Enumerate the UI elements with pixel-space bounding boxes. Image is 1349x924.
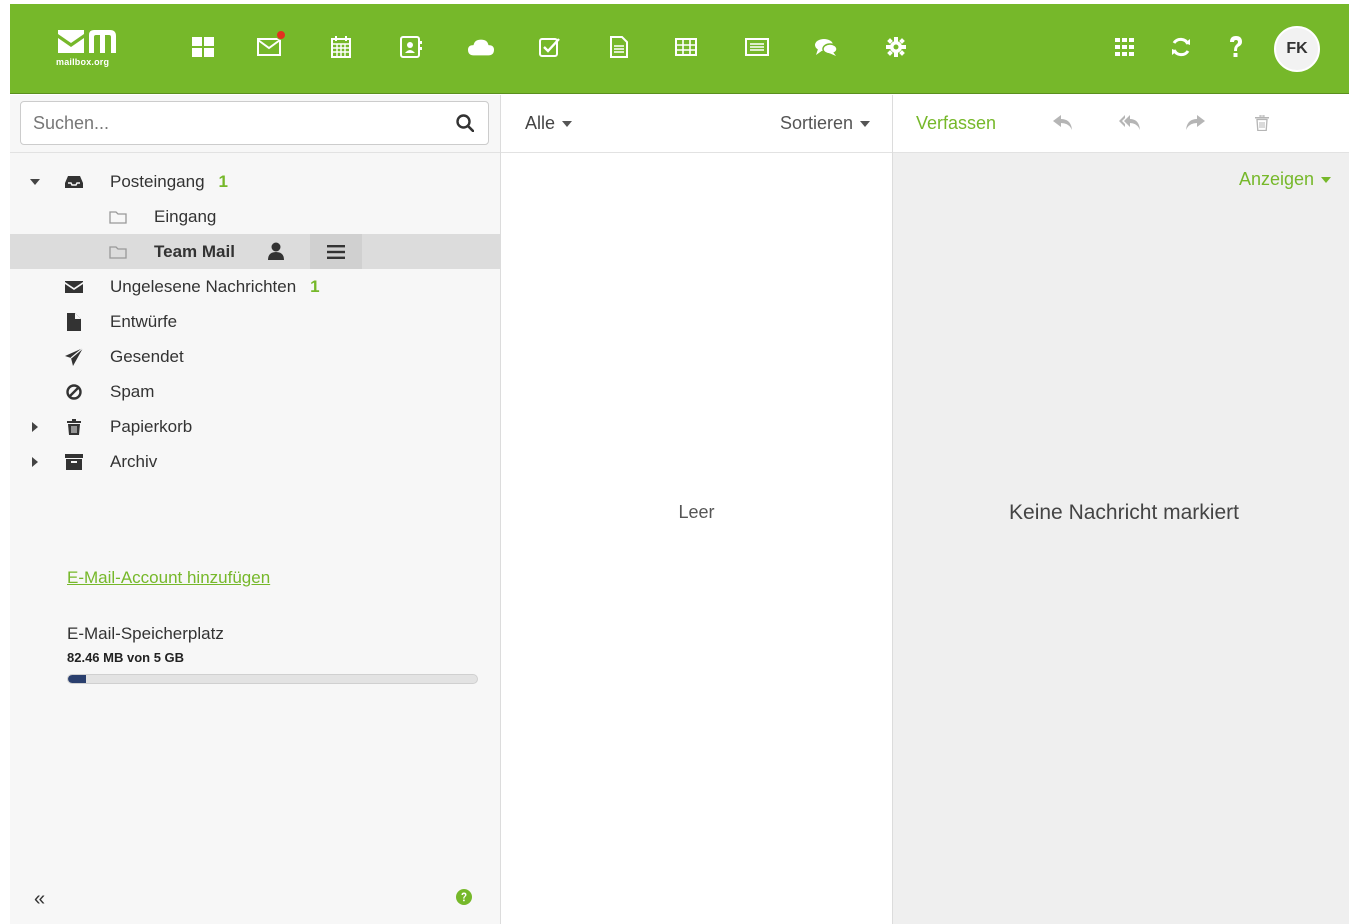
message-detail-pane: Verfassen Anzeigen Keine Nachricht marki… bbox=[893, 95, 1349, 924]
logo-mark-icon bbox=[58, 30, 116, 53]
no-message-selected-text: Keine Nachricht markiert bbox=[1009, 501, 1239, 524]
mail-notification-badge bbox=[276, 30, 286, 40]
folder-icon bbox=[108, 207, 128, 227]
folder-item-ungelesene[interactable]: Ungelesene Nachrichten 1 bbox=[10, 269, 500, 304]
folder-label: Posteingang bbox=[110, 171, 205, 191]
search-box bbox=[20, 101, 489, 145]
forward-icon[interactable] bbox=[1184, 113, 1206, 133]
shared-user-icon bbox=[268, 242, 284, 265]
filter-label: Alle bbox=[525, 113, 556, 133]
folder-item-archiv[interactable]: Archiv bbox=[10, 444, 500, 479]
collapse-sidebar-button[interactable]: « bbox=[34, 888, 45, 911]
collapsed-caret-icon[interactable] bbox=[30, 456, 40, 467]
tasks-app-icon[interactable] bbox=[537, 34, 563, 60]
detail-toolbar: Verfassen bbox=[893, 95, 1349, 153]
question-circle-icon[interactable] bbox=[456, 889, 472, 910]
sort-dropdown[interactable]: Sortieren bbox=[780, 113, 870, 134]
folder-item-gesendet[interactable]: Gesendet bbox=[10, 339, 500, 374]
list-toolbar: Alle Sortieren bbox=[501, 95, 892, 153]
archive-icon bbox=[64, 452, 84, 472]
inbox-icon bbox=[64, 172, 84, 192]
reply-icon[interactable] bbox=[1052, 113, 1074, 133]
delete-icon[interactable] bbox=[1251, 113, 1273, 133]
reply-all-icon[interactable] bbox=[1119, 113, 1141, 133]
folder-item-papierkorb[interactable]: Papierkorb bbox=[10, 409, 500, 444]
ban-icon bbox=[64, 382, 84, 402]
refresh-icon[interactable] bbox=[1168, 34, 1194, 60]
search-icon[interactable] bbox=[456, 114, 475, 137]
envelope-icon bbox=[64, 277, 84, 297]
folder-label: Papierkorb bbox=[110, 416, 193, 436]
folder-sidebar: Posteingang 1 Eingang Team Mail Ungelesen… bbox=[10, 95, 501, 924]
chat-app-icon[interactable] bbox=[813, 34, 839, 60]
folder-label: Entwürfe bbox=[110, 311, 178, 331]
logo-text: mailbox.org bbox=[56, 57, 110, 67]
folder-label: Archiv bbox=[110, 451, 158, 471]
app-launcher-icon[interactable] bbox=[1112, 34, 1138, 60]
portal-app-icon[interactable] bbox=[190, 34, 216, 60]
spreadsheet-app-icon[interactable] bbox=[673, 34, 699, 60]
filter-dropdown[interactable]: Alle bbox=[525, 113, 573, 134]
message-list-pane: Alle Sortieren Leer bbox=[501, 95, 893, 924]
top-bar: mailbox.org FK bbox=[10, 4, 1349, 94]
addressbook-app-icon[interactable] bbox=[398, 34, 424, 60]
quota-value: 82.46 MB von 5 GB bbox=[67, 650, 185, 665]
sidebar-divider bbox=[10, 152, 500, 153]
caret-down-icon bbox=[1321, 176, 1331, 183]
search-input[interactable] bbox=[21, 102, 441, 144]
sort-label: Sortieren bbox=[779, 113, 853, 133]
view-dropdown[interactable]: Anzeigen bbox=[1239, 169, 1331, 190]
user-avatar[interactable]: FK bbox=[1274, 26, 1320, 72]
draft-icon bbox=[64, 312, 84, 332]
collapsed-caret-icon[interactable] bbox=[30, 421, 40, 432]
folder-item-entwuerfe[interactable]: Entwürfe bbox=[10, 304, 500, 339]
folder-item-posteingang[interactable]: Posteingang 1 bbox=[10, 164, 500, 199]
mail-app-icon[interactable] bbox=[256, 30, 286, 60]
folder-label: Spam bbox=[110, 381, 155, 401]
compose-button[interactable]: Verfassen bbox=[916, 113, 996, 134]
folder-item-team-mail[interactable]: Team Mail bbox=[10, 234, 500, 269]
folder-label: Gesendet bbox=[110, 346, 184, 366]
hamburger-icon bbox=[327, 244, 345, 259]
quota-progress-fill bbox=[68, 675, 87, 683]
paper-plane-icon bbox=[64, 347, 84, 367]
expand-caret-icon[interactable] bbox=[30, 177, 40, 187]
documents-app-icon[interactable] bbox=[606, 34, 632, 60]
mailbox-logo[interactable]: mailbox.org bbox=[56, 26, 120, 70]
help-icon[interactable] bbox=[1223, 34, 1249, 60]
drive-app-icon[interactable] bbox=[468, 34, 494, 60]
folder-item-eingang[interactable]: Eingang bbox=[10, 199, 500, 234]
add-account-link[interactable]: E-Mail-Account hinzufügen bbox=[67, 568, 270, 588]
folder-icon bbox=[108, 242, 128, 262]
view-label: Anzeigen bbox=[1238, 169, 1314, 189]
quota-title: E-Mail-Speicherplatz bbox=[67, 624, 224, 643]
quota-progress-bar bbox=[67, 674, 478, 684]
caret-down-icon bbox=[562, 120, 573, 127]
calendar-app-icon[interactable] bbox=[328, 34, 354, 60]
folder-label: Eingang bbox=[154, 206, 217, 226]
unread-count: 1 bbox=[310, 276, 320, 296]
settings-app-icon[interactable] bbox=[883, 34, 909, 60]
unread-count: 1 bbox=[218, 171, 228, 191]
folder-context-menu-button[interactable] bbox=[310, 234, 362, 269]
folder-label: Team Mail bbox=[154, 241, 235, 261]
caret-down-icon bbox=[860, 120, 870, 127]
empty-list-text: Leer bbox=[678, 502, 715, 522]
presentation-app-icon[interactable] bbox=[744, 34, 770, 60]
trash-icon bbox=[64, 417, 84, 437]
folder-label: Ungelesene Nachrichten bbox=[110, 276, 297, 296]
folder-item-spam[interactable]: Spam bbox=[10, 374, 500, 409]
